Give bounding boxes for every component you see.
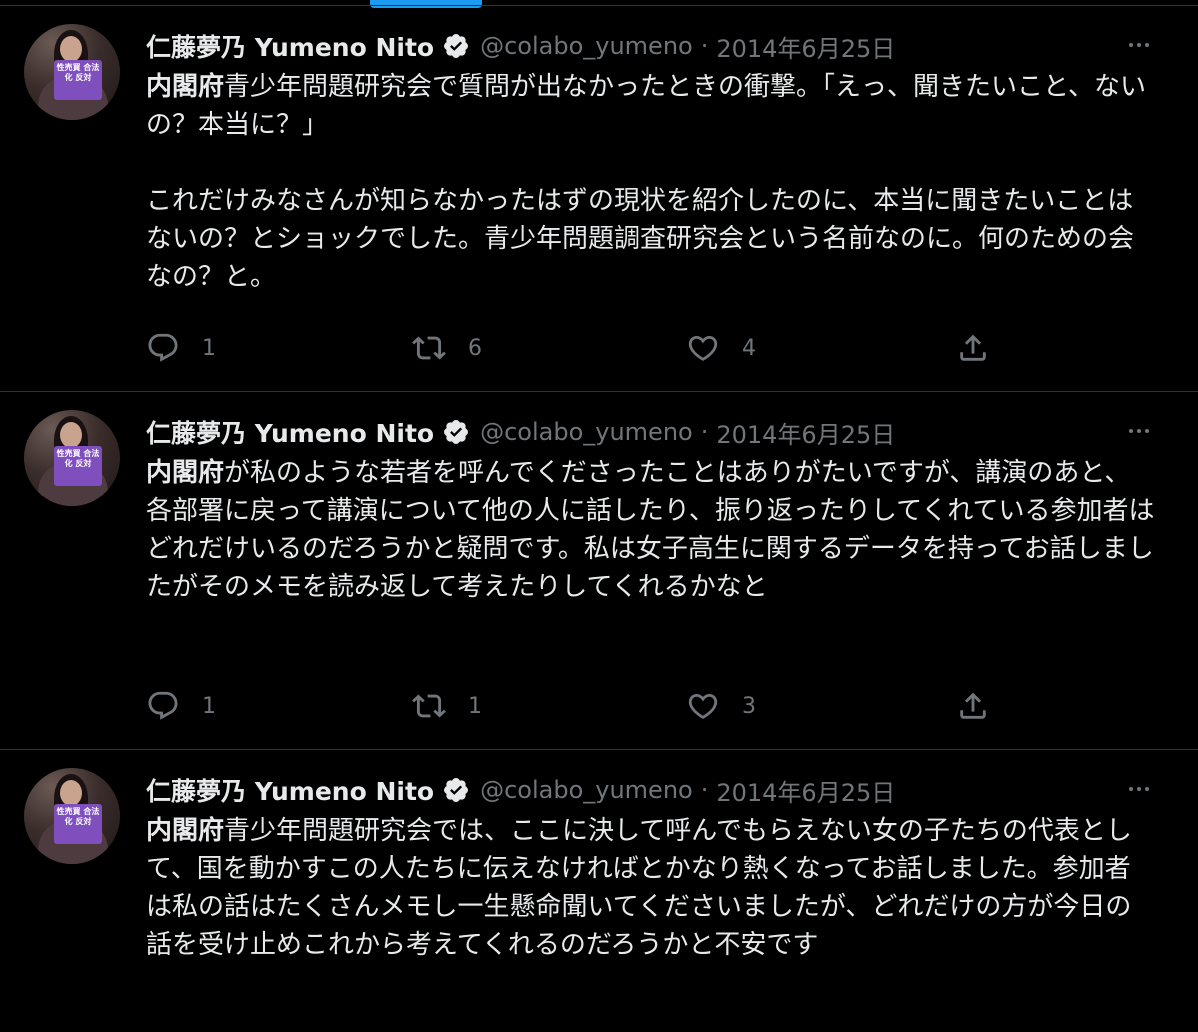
- avatar[interactable]: 性売買 合法化 反対: [24, 24, 120, 120]
- verified-badge-icon[interactable]: [442, 32, 470, 60]
- tweet-date[interactable]: 2014年6月25日: [716, 29, 895, 64]
- tweet-header: 仁藤夢乃 Yumeno Nito @colabo_yumeno · 2014年6…: [146, 26, 895, 66]
- reply-button[interactable]: 1: [146, 686, 216, 726]
- separator-dot: ·: [700, 418, 709, 446]
- retweet-count: 6: [468, 335, 482, 361]
- reply-count: 1: [202, 335, 216, 361]
- retweet-button[interactable]: 1: [412, 686, 482, 726]
- avatar[interactable]: 性売買 合法化 反対: [24, 410, 120, 506]
- tweet[interactable]: 性売買 合法化 反対 仁藤夢乃 Yumeno Nito @colabo_yume…: [0, 6, 1198, 392]
- avatar-sign: 性売買 合法化 反対: [54, 804, 102, 844]
- reply-button[interactable]: 1: [146, 328, 216, 368]
- retweet-count: 1: [468, 693, 482, 719]
- retweet-button[interactable]: 6: [412, 328, 482, 368]
- like-button[interactable]: 4: [686, 328, 756, 368]
- reply-count: 1: [202, 693, 216, 719]
- share-button[interactable]: [956, 328, 990, 368]
- more-icon[interactable]: [1122, 416, 1156, 446]
- hashtag-mention[interactable]: 内閣府: [146, 72, 224, 102]
- author-name[interactable]: 仁藤夢乃 Yumeno Nito: [146, 414, 434, 450]
- author-handle[interactable]: @colabo_yumeno: [480, 776, 693, 804]
- heart-icon: [688, 693, 718, 719]
- separator-dot: ·: [700, 32, 709, 60]
- more-icon[interactable]: [1122, 30, 1156, 60]
- tweet-actions: 1 1 3: [146, 686, 996, 726]
- author-handle[interactable]: @colabo_yumeno: [480, 32, 693, 60]
- like-button[interactable]: 3: [686, 686, 756, 726]
- retweet-icon: [412, 694, 446, 718]
- tweet-text: 内閣府青少年問題研究会で質問が出なかったときの衝撃。「えっ、聞きたいこと、ないの…: [146, 72, 1146, 292]
- hashtag-mention[interactable]: 内閣府: [146, 458, 224, 488]
- separator-dot: ·: [700, 776, 709, 804]
- reply-icon: [148, 691, 178, 720]
- tweet-text: 内閣府青少年問題研究会では、ここに決して呼んでもらえない女の子たちの代表として、…: [146, 816, 1132, 960]
- author-name[interactable]: 仁藤夢乃 Yumeno Nito: [146, 772, 434, 808]
- share-button[interactable]: [956, 686, 990, 726]
- tweet-text: 内閣府が私のような若者を呼んでくださったことはありがたいですが、講演のあと、各部…: [146, 458, 1155, 602]
- like-count: 3: [742, 693, 756, 719]
- more-icon[interactable]: [1122, 774, 1156, 804]
- verified-badge-icon[interactable]: [442, 776, 470, 804]
- author-handle[interactable]: @colabo_yumeno: [480, 418, 693, 446]
- share-icon: [960, 692, 986, 719]
- hashtag-mention[interactable]: 内閣府: [146, 816, 224, 846]
- tweet[interactable]: 性売買 合法化 反対 仁藤夢乃 Yumeno Nito @colabo_yume…: [0, 750, 1198, 1032]
- tweet-actions: 1 6 4: [146, 328, 996, 368]
- verified-badge-icon[interactable]: [442, 418, 470, 446]
- avatar-sign: 性売買 合法化 反対: [54, 446, 102, 486]
- tweet-header: 仁藤夢乃 Yumeno Nito @colabo_yumeno · 2014年6…: [146, 412, 895, 452]
- retweet-icon: [412, 336, 446, 360]
- tweet-header: 仁藤夢乃 Yumeno Nito @colabo_yumeno · 2014年6…: [146, 770, 895, 810]
- author-name[interactable]: 仁藤夢乃 Yumeno Nito: [146, 28, 434, 64]
- tweet-date[interactable]: 2014年6月25日: [716, 773, 895, 808]
- avatar-sign: 性売買 合法化 反対: [54, 60, 102, 100]
- reply-icon: [148, 333, 178, 362]
- avatar[interactable]: 性売買 合法化 反対: [24, 768, 120, 864]
- like-count: 4: [742, 335, 756, 361]
- tweet[interactable]: 性売買 合法化 反対 仁藤夢乃 Yumeno Nito @colabo_yume…: [0, 392, 1198, 750]
- tweet-date[interactable]: 2014年6月25日: [716, 415, 895, 450]
- heart-icon: [688, 335, 718, 361]
- share-icon: [960, 334, 986, 361]
